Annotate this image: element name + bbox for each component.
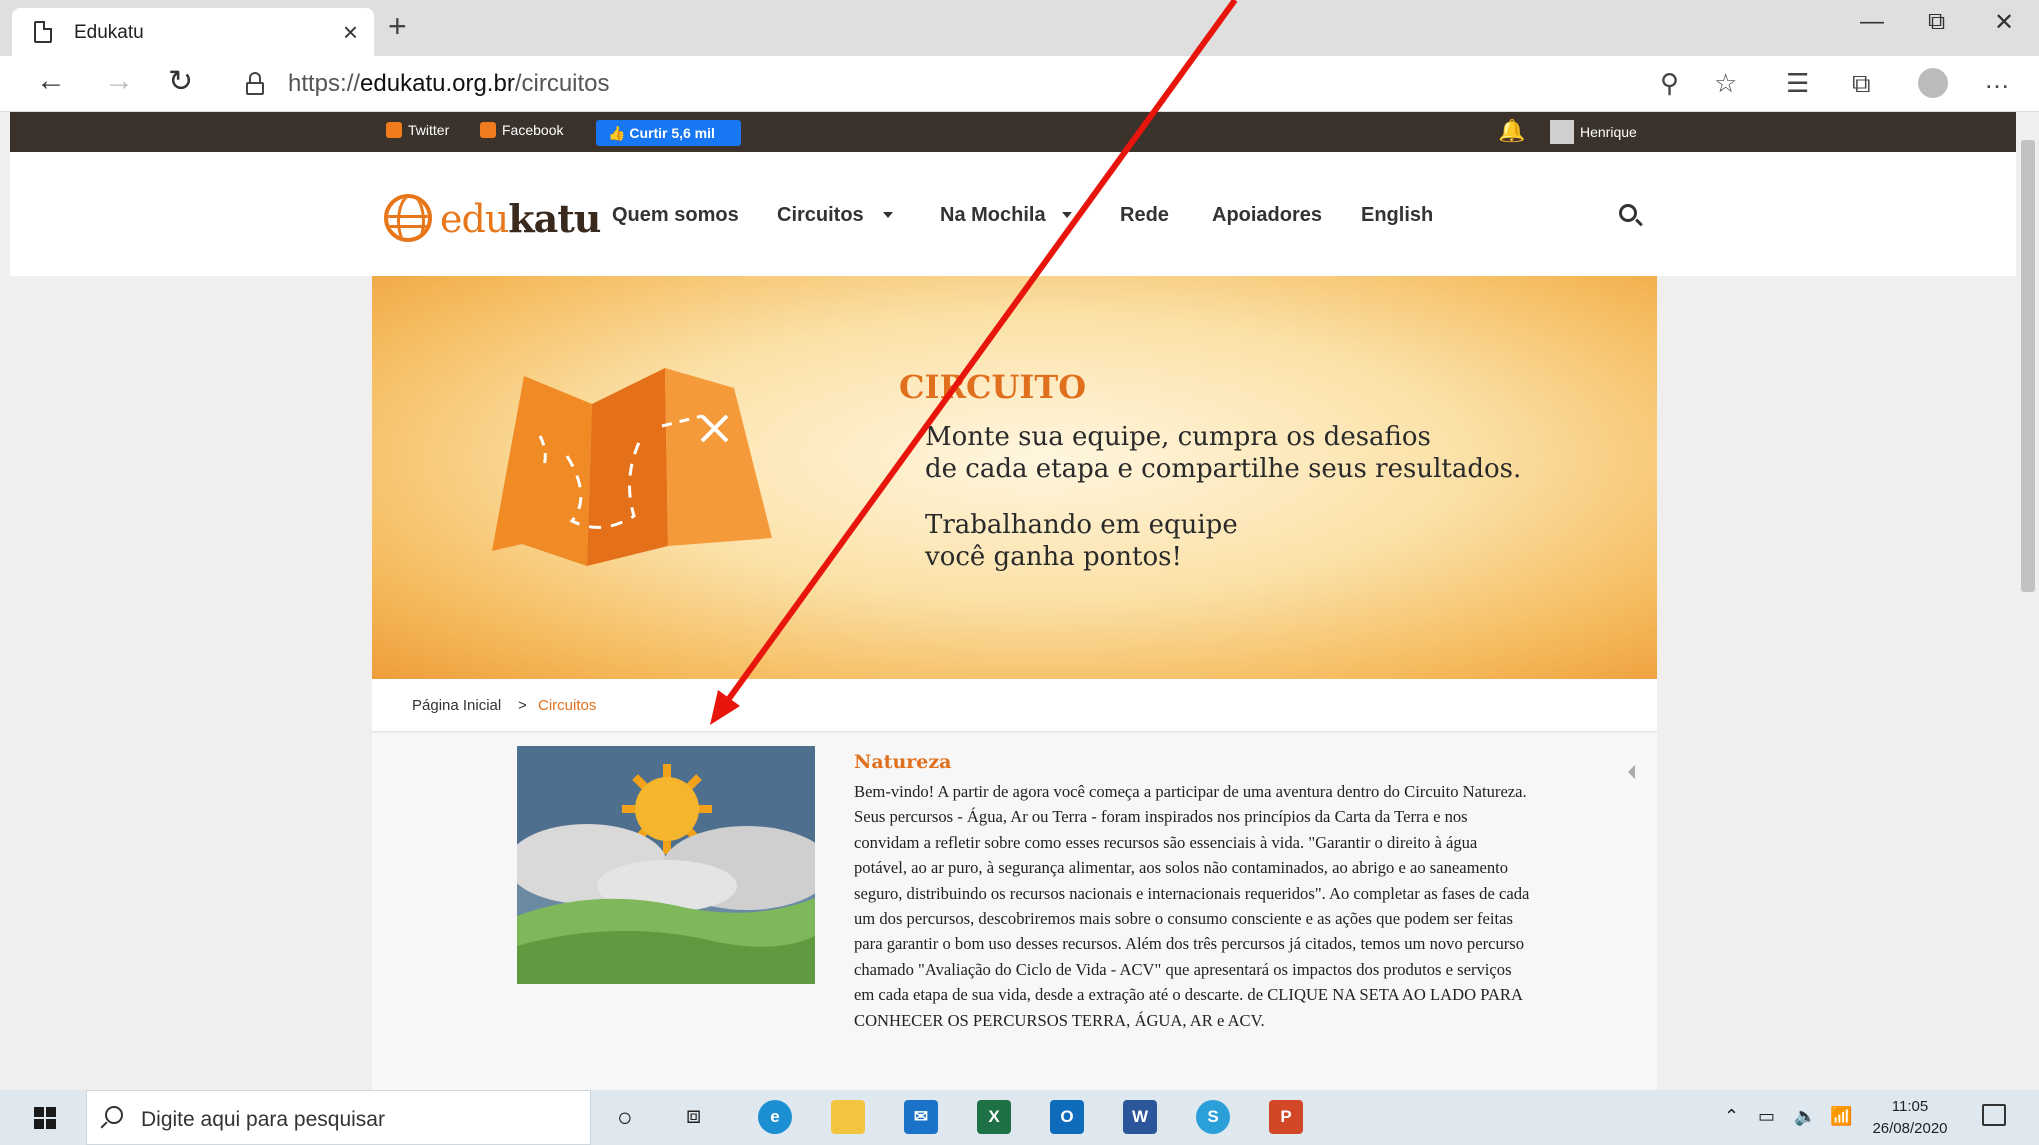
tab-close-button[interactable]: × <box>343 17 358 48</box>
battery-icon[interactable]: ▭ <box>1758 1106 1775 1127</box>
page-icon <box>34 21 52 43</box>
close-window-button[interactable]: ✕ <box>1994 8 2014 37</box>
chevron-down-icon[interactable] <box>1062 212 1072 218</box>
refresh-button[interactable]: ↻ <box>168 64 193 99</box>
breadcrumb: Página Inicial > Circuitos <box>372 679 1657 732</box>
taskbar: Digite aqui para pesquisar ○ ⧈ e ✉ X O W… <box>0 1090 2039 1145</box>
page-scrollbar[interactable] <box>2016 112 2039 1090</box>
twitter-icon <box>386 122 402 138</box>
thumbs-up-icon: 👍 <box>608 125 630 141</box>
restore-button[interactable]: ⧉ <box>1928 8 1945 36</box>
browser-tab[interactable]: Edukatu × <box>12 8 374 56</box>
lock-icon <box>246 72 264 95</box>
taskbar-search-input[interactable]: Digite aqui para pesquisar <box>86 1090 591 1145</box>
social-bar: Twitter Facebook 👍 Curtir 5,6 mil 🔔 Henr… <box>10 112 2016 152</box>
facebook-icon <box>480 122 496 138</box>
search-icon <box>105 1106 123 1124</box>
menu-circuitos[interactable]: Circuitos <box>777 204 864 227</box>
windows-start-icon[interactable] <box>34 1107 56 1129</box>
outlook-icon[interactable]: O <box>1050 1100 1084 1134</box>
file-explorer-icon[interactable] <box>831 1100 865 1134</box>
minimize-button[interactable]: — <box>1860 8 1884 36</box>
logo-text-katu: katu <box>508 196 601 241</box>
menu-quem-somos[interactable]: Quem somos <box>612 204 739 227</box>
facebook-link[interactable]: Facebook <box>480 122 563 138</box>
circuit-description: Bem-vindo! A partir de agora você começa… <box>854 782 1530 1030</box>
scrollbar-thumb[interactable] <box>2021 140 2035 592</box>
logo-text-edu: edu <box>440 197 509 241</box>
like-button-label: Curtir 5,6 mil <box>629 125 715 141</box>
new-tab-button[interactable]: + <box>388 8 407 45</box>
wifi-icon[interactable]: 📶 <box>1830 1106 1852 1127</box>
banner-line-2: de cada etapa e compartilhe seus resulta… <box>925 454 1522 484</box>
address-bar-row: ← → ↻ https://edukatu.org.br/circuitos ⚲… <box>0 56 2039 112</box>
globe-logo-icon[interactable] <box>384 194 432 242</box>
cortana-icon[interactable]: ○ <box>617 1102 633 1133</box>
favorites-list-icon[interactable]: ☰ <box>1786 68 1809 99</box>
zoom-icon[interactable]: ⚲ <box>1660 68 1679 99</box>
collections-icon[interactable]: ⧉ <box>1852 68 1871 100</box>
banner-line-1: Monte sua equipe, cumpra os desafios <box>925 422 1431 452</box>
circuit-title[interactable]: Natureza <box>854 751 951 773</box>
edge-browser-icon[interactable]: e <box>758 1100 792 1134</box>
breadcrumb-home[interactable]: Página Inicial <box>412 697 501 714</box>
menu-apoiadores[interactable]: Apoiadores <box>1212 204 1322 227</box>
banner-title: CIRCUITO <box>899 368 1087 406</box>
site-logo[interactable]: edukatu <box>440 196 601 241</box>
facebook-like-button[interactable]: 👍 Curtir 5,6 mil <box>596 120 741 146</box>
user-name[interactable]: Henrique <box>1580 124 1637 140</box>
more-menu-icon[interactable]: … <box>1984 64 2010 95</box>
banner-line-3: Trabalhando em equipe <box>925 510 1238 540</box>
favorite-star-icon[interactable]: ☆ <box>1714 68 1737 99</box>
volume-icon[interactable]: 🔈 <box>1794 1106 1816 1127</box>
screen: Edukatu × + — ⧉ ✕ ← → ↻ https://edukatu.… <box>0 0 2039 1145</box>
notification-icon[interactable] <box>1982 1104 2006 1126</box>
user-avatar[interactable] <box>1550 120 1574 144</box>
word-icon[interactable]: W <box>1123 1100 1157 1134</box>
task-view-icon[interactable]: ⧈ <box>686 1102 701 1130</box>
menu-rede[interactable]: Rede <box>1120 204 1169 227</box>
chevron-up-icon[interactable]: ⌃ <box>1724 1106 1739 1127</box>
system-clock[interactable]: 11:05 26/08/2020 <box>1865 1096 1955 1140</box>
url-scheme: https:// <box>288 70 361 97</box>
site-header: edukatu Quem somos Circuitos Na Mochila … <box>10 152 2016 276</box>
profile-icon[interactable] <box>1918 68 1948 98</box>
back-button[interactable]: ← <box>36 64 66 98</box>
bell-icon[interactable]: 🔔 <box>1498 118 1525 144</box>
excel-icon[interactable]: X <box>977 1100 1011 1134</box>
url-field[interactable]: https://edukatu.org.br/circuitos <box>288 70 610 98</box>
menu-na-mochila[interactable]: Na Mochila <box>940 204 1046 227</box>
circuit-card: Natureza Bem-vindo! A partir de agora vo… <box>372 733 1657 1090</box>
facebook-label: Facebook <box>502 122 564 138</box>
url-path: /circuitos <box>514 70 610 97</box>
forward-button[interactable]: → <box>104 64 134 98</box>
url-domain: edukatu.org.br <box>360 70 515 97</box>
mail-icon[interactable]: ✉ <box>904 1100 938 1134</box>
breadcrumb-separator: > <box>518 697 527 714</box>
banner-line-4: você ganha pontos! <box>925 542 1182 572</box>
menu-english[interactable]: English <box>1361 204 1433 227</box>
clock-date: 26/08/2020 <box>1872 1120 1948 1137</box>
breadcrumb-current: Circuitos <box>538 697 597 714</box>
circuit-banner: CIRCUITO Monte sua equipe, cumpra os des… <box>372 276 1657 679</box>
skype-icon[interactable]: S <box>1196 1100 1230 1134</box>
nature-thumbnail[interactable] <box>517 746 815 984</box>
clock-time: 11:05 <box>1891 1098 1929 1115</box>
browser-tab-strip: Edukatu × + — ⧉ ✕ <box>0 0 2039 56</box>
taskbar-search-placeholder: Digite aqui para pesquisar <box>141 1108 385 1131</box>
search-icon[interactable] <box>1619 204 1637 222</box>
chevron-down-icon[interactable] <box>883 212 893 218</box>
twitter-link[interactable]: Twitter <box>386 122 449 138</box>
tab-title: Edukatu <box>74 22 144 43</box>
powerpoint-icon[interactable]: P <box>1269 1100 1303 1134</box>
carousel-arrow-icon[interactable] <box>1628 765 1635 779</box>
twitter-label: Twitter <box>408 122 450 138</box>
